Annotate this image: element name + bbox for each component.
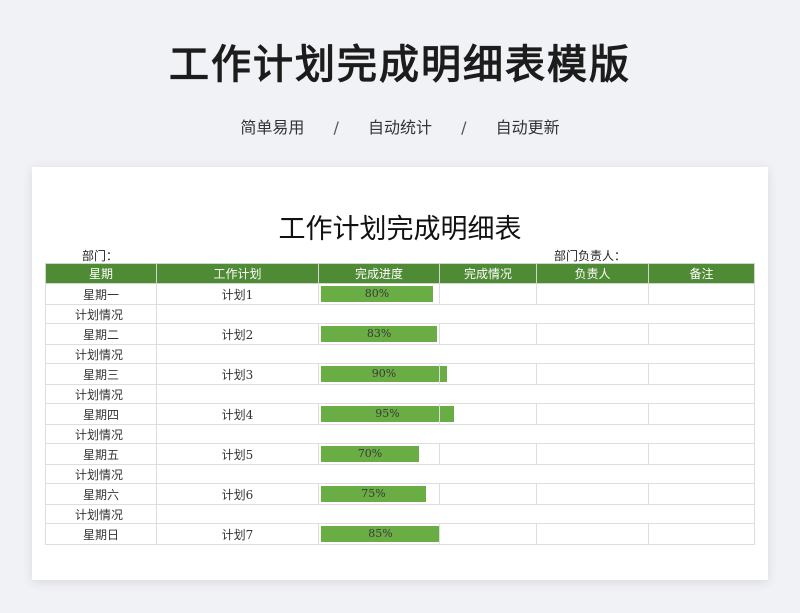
plan-cell[interactable]: 计划2 <box>156 323 319 345</box>
plan-status-row: 计划情况 <box>45 304 755 324</box>
table-header-row: 星期 工作计划 完成进度 完成情况 负责人 备注 <box>45 263 755 284</box>
progress-cell[interactable]: 85% <box>318 523 440 545</box>
sheet-title: 工作计划完成明细表 <box>278 214 522 245</box>
plan-cell[interactable]: 计划4 <box>156 403 319 425</box>
day-cell[interactable]: 星期三 <box>45 363 157 385</box>
day-cell[interactable]: 星期一 <box>45 283 157 305</box>
plan-cell[interactable]: 计划7 <box>156 523 319 545</box>
table-row: 星期五 计划5 70% <box>45 443 755 465</box>
progress-cell[interactable]: 95% <box>318 403 454 425</box>
plan-cell[interactable]: 计划1 <box>156 283 319 305</box>
day-cell[interactable]: 星期六 <box>45 483 157 505</box>
status-cell[interactable] <box>439 403 537 425</box>
feature-easy-to-use: 简单易用 <box>240 118 305 137</box>
progress-bar: 75% <box>321 486 426 502</box>
owner-cell[interactable] <box>536 483 649 505</box>
plan-status-label: 计划情况 <box>45 464 157 484</box>
spreadsheet-preview: 工作计划完成明细表 部门： 部门负责人： 星期 工作计划 完成进度 完成情况 负… <box>32 167 768 580</box>
progress-bar: 90% <box>321 366 447 382</box>
feature-tagline: 简单易用 / 自动统计 / 自动更新 <box>0 114 800 138</box>
table-row: 星期六 计划6 75% <box>45 483 755 505</box>
progress-cell[interactable]: 83% <box>318 323 440 345</box>
table-row: 星期日 计划7 85% <box>45 523 755 545</box>
status-cell[interactable] <box>439 483 537 505</box>
column-header-remarks: 备注 <box>648 263 755 284</box>
plan-status-label: 计划情况 <box>45 384 157 404</box>
remarks-cell[interactable] <box>648 283 755 305</box>
plan-status-row: 计划情况 <box>45 464 755 484</box>
department-label: 部门： <box>82 249 119 263</box>
feature-auto-update: 自动更新 <box>495 118 560 137</box>
table-row: 星期一 计划1 80% <box>45 283 755 305</box>
plan-status-cell[interactable] <box>156 344 755 364</box>
progress-cell[interactable]: 80% <box>318 283 440 305</box>
remarks-cell[interactable] <box>648 363 755 385</box>
owner-cell[interactable] <box>536 323 649 345</box>
separator: / <box>333 118 339 137</box>
table-row: 星期三 计划3 90% <box>45 363 755 385</box>
progress-bar: 85% <box>321 526 440 542</box>
column-header-status: 完成情况 <box>439 263 537 284</box>
status-cell[interactable] <box>439 443 537 465</box>
remarks-cell[interactable] <box>648 403 755 425</box>
progress-bar: 95% <box>321 406 454 422</box>
plan-status-row: 计划情况 <box>45 384 755 404</box>
column-header-day: 星期 <box>45 263 157 284</box>
plan-status-row: 计划情况 <box>45 344 755 364</box>
status-cell[interactable] <box>439 523 537 545</box>
status-cell[interactable] <box>439 363 537 385</box>
separator: / <box>461 118 467 137</box>
plan-cell[interactable]: 计划5 <box>156 443 319 465</box>
progress-cell[interactable]: 75% <box>318 483 440 505</box>
owner-cell[interactable] <box>536 283 649 305</box>
owner-cell[interactable] <box>536 363 649 385</box>
plan-status-cell[interactable] <box>156 504 755 524</box>
column-header-plan: 工作计划 <box>156 263 319 284</box>
plan-status-label: 计划情况 <box>45 344 157 364</box>
progress-bar: 70% <box>321 446 419 462</box>
table-row: 星期二 计划2 83% <box>45 323 755 345</box>
owner-cell[interactable] <box>536 523 649 545</box>
plan-status-row: 计划情况 <box>45 504 755 524</box>
column-header-progress: 完成进度 <box>318 263 440 284</box>
progress-bar: 83% <box>321 326 438 342</box>
owner-cell[interactable] <box>536 443 649 465</box>
department-owner-label: 部门负责人： <box>554 249 627 263</box>
progress-bar: 80% <box>321 286 433 302</box>
plan-status-cell[interactable] <box>156 384 755 404</box>
feature-auto-stats: 自动统计 <box>367 118 432 137</box>
day-cell[interactable]: 星期四 <box>45 403 157 425</box>
plan-status-label: 计划情况 <box>45 424 157 444</box>
remarks-cell[interactable] <box>648 323 755 345</box>
status-cell[interactable] <box>439 283 537 305</box>
day-cell[interactable]: 星期日 <box>45 523 157 545</box>
remarks-cell[interactable] <box>648 443 755 465</box>
plan-table: 星期 工作计划 完成进度 完成情况 负责人 备注 星期一 计划1 80% 计划情况 星期… <box>45 263 755 545</box>
plan-status-label: 计划情况 <box>45 504 157 524</box>
progress-cell[interactable]: 70% <box>318 443 440 465</box>
day-cell[interactable]: 星期五 <box>45 443 157 465</box>
plan-status-row: 计划情况 <box>45 424 755 444</box>
plan-status-cell[interactable] <box>156 304 755 324</box>
owner-cell[interactable] <box>536 403 649 425</box>
column-header-owner: 负责人 <box>536 263 649 284</box>
remarks-cell[interactable] <box>648 523 755 545</box>
plan-cell[interactable]: 计划6 <box>156 483 319 505</box>
page-title: 工作计划完成明细表模版 <box>169 42 631 88</box>
plan-status-cell[interactable] <box>156 464 755 484</box>
remarks-cell[interactable] <box>648 483 755 505</box>
plan-status-cell[interactable] <box>156 424 755 444</box>
table-row: 星期四 计划4 95% <box>45 403 755 425</box>
progress-cell[interactable]: 90% <box>318 363 447 385</box>
status-cell[interactable] <box>439 323 537 345</box>
plan-status-label: 计划情况 <box>45 304 157 324</box>
day-cell[interactable]: 星期二 <box>45 323 157 345</box>
plan-cell[interactable]: 计划3 <box>156 363 319 385</box>
